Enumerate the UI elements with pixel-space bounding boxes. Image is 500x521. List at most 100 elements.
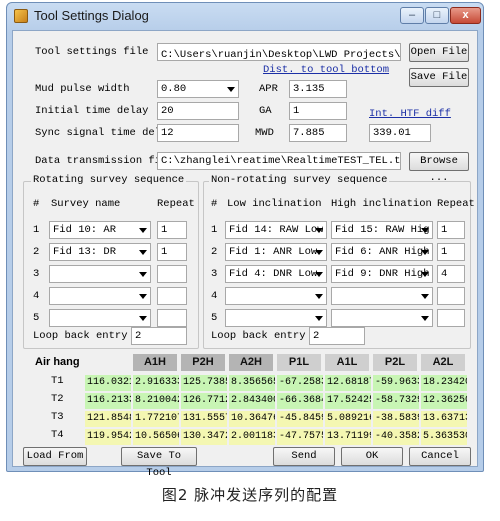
rotating-survey-select[interactable]: Fid 10: AR <box>49 221 151 239</box>
nonrotating-repeat-field[interactable]: 1 <box>437 243 465 261</box>
apr-field[interactable]: 3.135 <box>289 80 347 98</box>
rotating-survey-select[interactable]: Fid 13: DR <box>49 243 151 261</box>
mwd-label: MWD <box>255 127 274 139</box>
dialog-window: Tool Settings Dialog – □ x Tool settings… <box>6 2 484 479</box>
grid-col-header: P2L <box>373 354 417 371</box>
low-inclination-value: Fid 4: DNR Low In <box>229 268 323 280</box>
send-button[interactable]: Send <box>273 447 335 466</box>
grid-cell: 13.71199 <box>325 429 371 445</box>
high-inclination-select[interactable]: Fid 9: DNR High I <box>331 265 433 283</box>
open-file-button[interactable]: Open File <box>409 43 469 62</box>
rotating-loop-back-field[interactable]: 2 <box>131 327 187 345</box>
grid-cell: 121.8548 <box>85 411 131 427</box>
load-from-button[interactable]: Load From <box>23 447 87 466</box>
chevron-down-icon <box>421 294 429 299</box>
rotating-row-number: 3 <box>33 268 40 280</box>
low-inclination-select[interactable] <box>225 309 327 327</box>
grid-cell: 126.7712 <box>181 393 227 409</box>
high-inclination-select[interactable] <box>331 287 433 305</box>
nonrotating-loop-back-field[interactable]: 2 <box>309 327 365 345</box>
grid-cell: -66.3684 <box>277 393 323 409</box>
app-icon <box>14 9 28 23</box>
chevron-down-icon <box>139 228 147 233</box>
initial-time-delay-field[interactable]: 20 <box>157 102 239 120</box>
chevron-down-icon <box>315 250 323 255</box>
mwd-field[interactable]: 7.885 <box>289 124 347 142</box>
nonrotating-survey-title: Non-rotating survey sequence <box>209 174 390 186</box>
rotating-repeat-field[interactable]: 1 <box>157 243 187 261</box>
rotating-row-number: 5 <box>33 312 40 324</box>
low-inclination-select[interactable]: Fid 4: DNR Low In <box>225 265 327 283</box>
rotating-row-number: 2 <box>33 246 40 258</box>
apr-label: APR <box>259 83 278 95</box>
ok-button[interactable]: OK <box>341 447 403 466</box>
nonrotating-repeat-field[interactable]: 1 <box>437 221 465 239</box>
rotating-row-number: 1 <box>33 224 40 236</box>
close-button[interactable]: x <box>450 7 481 24</box>
nonrotating-repeat-field[interactable] <box>437 309 465 327</box>
grid-cell: -58.7329 <box>373 393 419 409</box>
grid-cell: 1.772107 <box>133 411 179 427</box>
nonrotating-row-number: 2 <box>211 246 218 258</box>
browse-button[interactable]: Browse ... <box>409 152 469 184</box>
grid-cell: 119.9542 <box>85 429 131 445</box>
chevron-down-icon <box>227 87 235 92</box>
window-title: Tool Settings Dialog <box>34 8 149 23</box>
low-inclination-value: Fid 14: RAW Low I <box>229 224 323 236</box>
title-bar[interactable]: Tool Settings Dialog – □ x <box>7 3 483 29</box>
rotating-col-hash: # <box>33 198 40 210</box>
data-transmission-file-field[interactable]: C:\zhanglei\reatime\RealtimeTEST_TEL.tel <box>157 152 401 170</box>
grid-cell: -40.3582 <box>373 429 419 445</box>
high-inclination-value: Fid 9: DNR High I <box>335 268 429 280</box>
high-inclination-select[interactable]: Fid 6: ANR High I <box>331 243 433 261</box>
chevron-down-icon <box>315 228 323 233</box>
chevron-down-icon <box>421 250 429 255</box>
mud-pulse-width-select[interactable]: 0.80 <box>157 80 239 98</box>
ga-field[interactable]: 1 <box>289 102 347 120</box>
rotating-repeat-field[interactable] <box>157 309 187 327</box>
chevron-down-icon <box>139 272 147 277</box>
tool-settings-file-field[interactable]: C:\Users\ruanjin\Desktop\LWD Projects\茨 … <box>157 43 401 61</box>
rotating-survey-title: Rotating survey sequence <box>31 174 187 186</box>
high-inclination-select[interactable] <box>331 309 433 327</box>
rotating-repeat-field[interactable] <box>157 265 187 283</box>
nonrotating-row-number: 4 <box>211 290 218 302</box>
high-inclination-value: Fid 15: RAW High <box>335 224 429 236</box>
cancel-button[interactable]: Cancel <box>409 447 471 466</box>
minimize-button[interactable]: – <box>400 7 424 24</box>
rotating-survey-select[interactable] <box>49 309 151 327</box>
high-inclination-select[interactable]: Fid 15: RAW High <box>331 221 433 239</box>
chevron-down-icon <box>421 272 429 277</box>
int-htf-diff-link[interactable]: Int. HTF diff <box>369 108 451 120</box>
low-inclination-select[interactable]: Fid 1: ANR Low In <box>225 243 327 261</box>
rotating-col-survey-name: Survey name <box>51 198 121 210</box>
save-file-button[interactable]: Save File <box>409 68 469 87</box>
high-inclination-value: Fid 6: ANR High I <box>335 246 429 258</box>
maximize-button[interactable]: □ <box>425 7 449 24</box>
nonrotating-repeat-field[interactable]: 4 <box>437 265 465 283</box>
sync-signal-time-delay-label: Sync signal time delay <box>35 127 174 139</box>
air-hang-title: Air hang <box>35 356 80 368</box>
save-to-tool-button[interactable]: Save To Tool <box>121 447 197 479</box>
grid-cell: -47.7575 <box>277 429 323 445</box>
nonrotating-loop-back-label: Loop back entry # <box>211 330 319 342</box>
htf-diff-field[interactable]: 339.01 <box>369 124 431 142</box>
low-inclination-select[interactable] <box>225 287 327 305</box>
chevron-down-icon <box>139 316 147 321</box>
dist-to-tool-bottom-link[interactable]: Dist. to tool bottom <box>263 64 389 76</box>
rotating-repeat-field[interactable]: 1 <box>157 221 187 239</box>
nonrotating-repeat-field[interactable] <box>437 287 465 305</box>
rotating-survey-value: Fid 10: AR <box>53 224 117 236</box>
grid-cell: 12.68187 <box>325 375 371 391</box>
grid-col-header: P2H <box>181 354 225 371</box>
sync-signal-time-delay-field[interactable]: 12 <box>157 124 239 142</box>
low-inclination-select[interactable]: Fid 14: RAW Low I <box>225 221 327 239</box>
grid-col-header: A1L <box>325 354 369 371</box>
grid-row-label: T3 <box>51 411 64 423</box>
mud-pulse-width-value: 0.80 <box>161 83 187 95</box>
grid-cell: 2.843400 <box>229 393 275 409</box>
rotating-repeat-field[interactable] <box>157 287 187 305</box>
rotating-survey-select[interactable] <box>49 287 151 305</box>
rotating-survey-select[interactable] <box>49 265 151 283</box>
grid-cell: -45.8459 <box>277 411 323 427</box>
